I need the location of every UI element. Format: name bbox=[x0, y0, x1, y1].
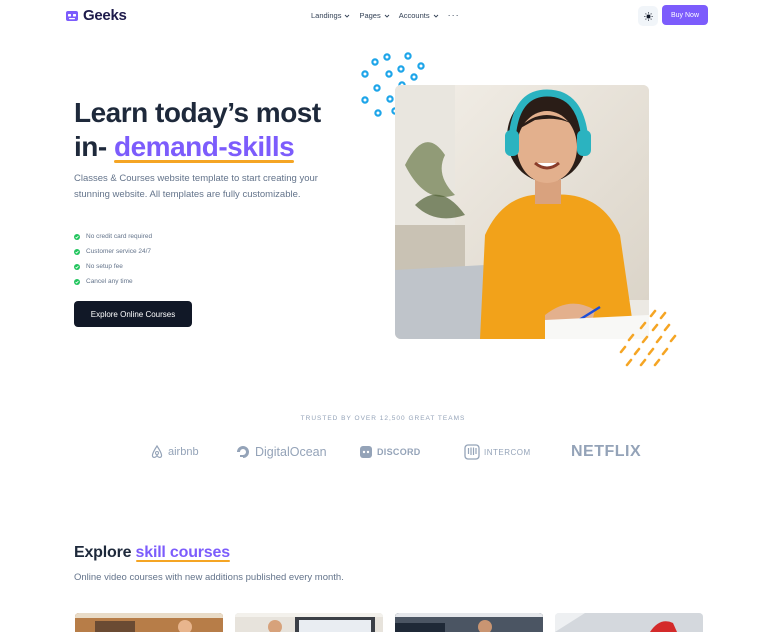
course-card-image[interactable] bbox=[555, 613, 703, 632]
sun-icon bbox=[643, 11, 653, 21]
check-icon bbox=[74, 263, 80, 270]
course-card-image[interactable] bbox=[395, 613, 543, 632]
hero-title-line1: Learn today’s most bbox=[74, 97, 321, 128]
theme-toggle-button[interactable] bbox=[638, 6, 658, 26]
top-navbar: Geeks Landings Pages Accounts ··· Buy No… bbox=[0, 0, 766, 32]
netflix-logo: NETFLIX bbox=[571, 441, 641, 463]
digitalocean-logo: DigitalOcean bbox=[235, 441, 327, 463]
feature-item: No credit card required bbox=[74, 229, 152, 244]
intercom-wordmark: INTERCOM bbox=[484, 447, 531, 457]
hero-subtitle: Classes & Courses website template to st… bbox=[74, 173, 318, 200]
nav-item-label: Pages bbox=[359, 11, 381, 20]
brand-name: Geeks bbox=[83, 7, 127, 24]
explore-section-title: Explore skill courses bbox=[74, 544, 231, 562]
chevron-down-icon bbox=[345, 14, 350, 18]
discord-icon bbox=[360, 446, 372, 458]
course-thumbnail bbox=[395, 613, 543, 632]
main-menu: Landings Pages Accounts ··· bbox=[311, 11, 460, 21]
course-thumbnail bbox=[555, 613, 703, 632]
nav-more-menu[interactable]: ··· bbox=[448, 11, 460, 20]
explore-title-highlight: skill courses bbox=[135, 544, 231, 562]
chevron-down-icon bbox=[433, 14, 438, 18]
hero-title-line2: in- demand-skills bbox=[74, 130, 321, 164]
digitalocean-wordmark: DigitalOcean bbox=[255, 445, 327, 459]
check-icon bbox=[74, 278, 80, 285]
nav-item-pages[interactable]: Pages bbox=[359, 11, 390, 20]
explore-subtitle: Online video courses with new additions … bbox=[74, 572, 344, 583]
digitalocean-icon bbox=[237, 446, 249, 458]
check-icon bbox=[74, 233, 80, 240]
feature-label: Customer service 24/7 bbox=[86, 248, 152, 255]
feature-label: Cancel any time bbox=[86, 278, 133, 285]
course-card-image[interactable] bbox=[75, 613, 223, 632]
nav-item-label: Accounts bbox=[398, 11, 430, 20]
nav-item-landings[interactable]: Landings bbox=[311, 11, 350, 20]
student-with-headphones-illustration bbox=[395, 85, 649, 339]
airbnb-icon bbox=[151, 445, 163, 459]
hero-title-prefix: in- bbox=[74, 131, 114, 162]
hero-title: Learn today’s most in- demand-skills bbox=[74, 96, 321, 164]
airbnb-logo: airbnb bbox=[150, 441, 199, 463]
nav-item-label: Landings bbox=[311, 11, 342, 20]
hero-student-image bbox=[395, 85, 649, 339]
chevron-down-icon bbox=[384, 14, 390, 18]
intercom-icon bbox=[464, 444, 480, 460]
course-thumbnail bbox=[75, 613, 223, 632]
check-icon bbox=[74, 248, 80, 255]
nav-item-accounts[interactable]: Accounts bbox=[399, 11, 439, 20]
course-card-image[interactable] bbox=[235, 613, 383, 632]
netflix-wordmark: NETFLIX bbox=[571, 443, 642, 460]
feature-item: Cancel any time bbox=[74, 274, 152, 289]
discord-wordmark: DISCORD bbox=[377, 447, 421, 457]
intercom-logo: INTERCOM bbox=[464, 441, 531, 463]
course-thumbnail bbox=[235, 613, 383, 632]
discord-logo: DISCORD bbox=[359, 441, 421, 463]
feature-label: No credit card required bbox=[86, 233, 153, 240]
buy-now-button[interactable]: Buy Now bbox=[662, 5, 708, 25]
feature-item: Customer service 24/7 bbox=[74, 244, 152, 259]
feature-item: No setup fee bbox=[74, 259, 152, 274]
airbnb-wordmark: airbnb bbox=[168, 446, 199, 458]
brand-logo[interactable]: Geeks bbox=[65, 7, 127, 24]
explore-title-prefix: Explore bbox=[74, 544, 136, 561]
trusted-heading: TRUSTED BY OVER 12,500 GREAT TEAMS bbox=[300, 415, 466, 422]
feature-label: No setup fee bbox=[86, 263, 123, 270]
feature-list: No credit card required Customer service… bbox=[74, 229, 152, 289]
geeks-logo-icon bbox=[66, 10, 78, 21]
decorative-dashes-orange bbox=[619, 309, 677, 367]
explore-courses-button[interactable]: Explore Online Courses bbox=[74, 301, 192, 327]
hero-title-highlight: demand-skills bbox=[114, 131, 295, 163]
